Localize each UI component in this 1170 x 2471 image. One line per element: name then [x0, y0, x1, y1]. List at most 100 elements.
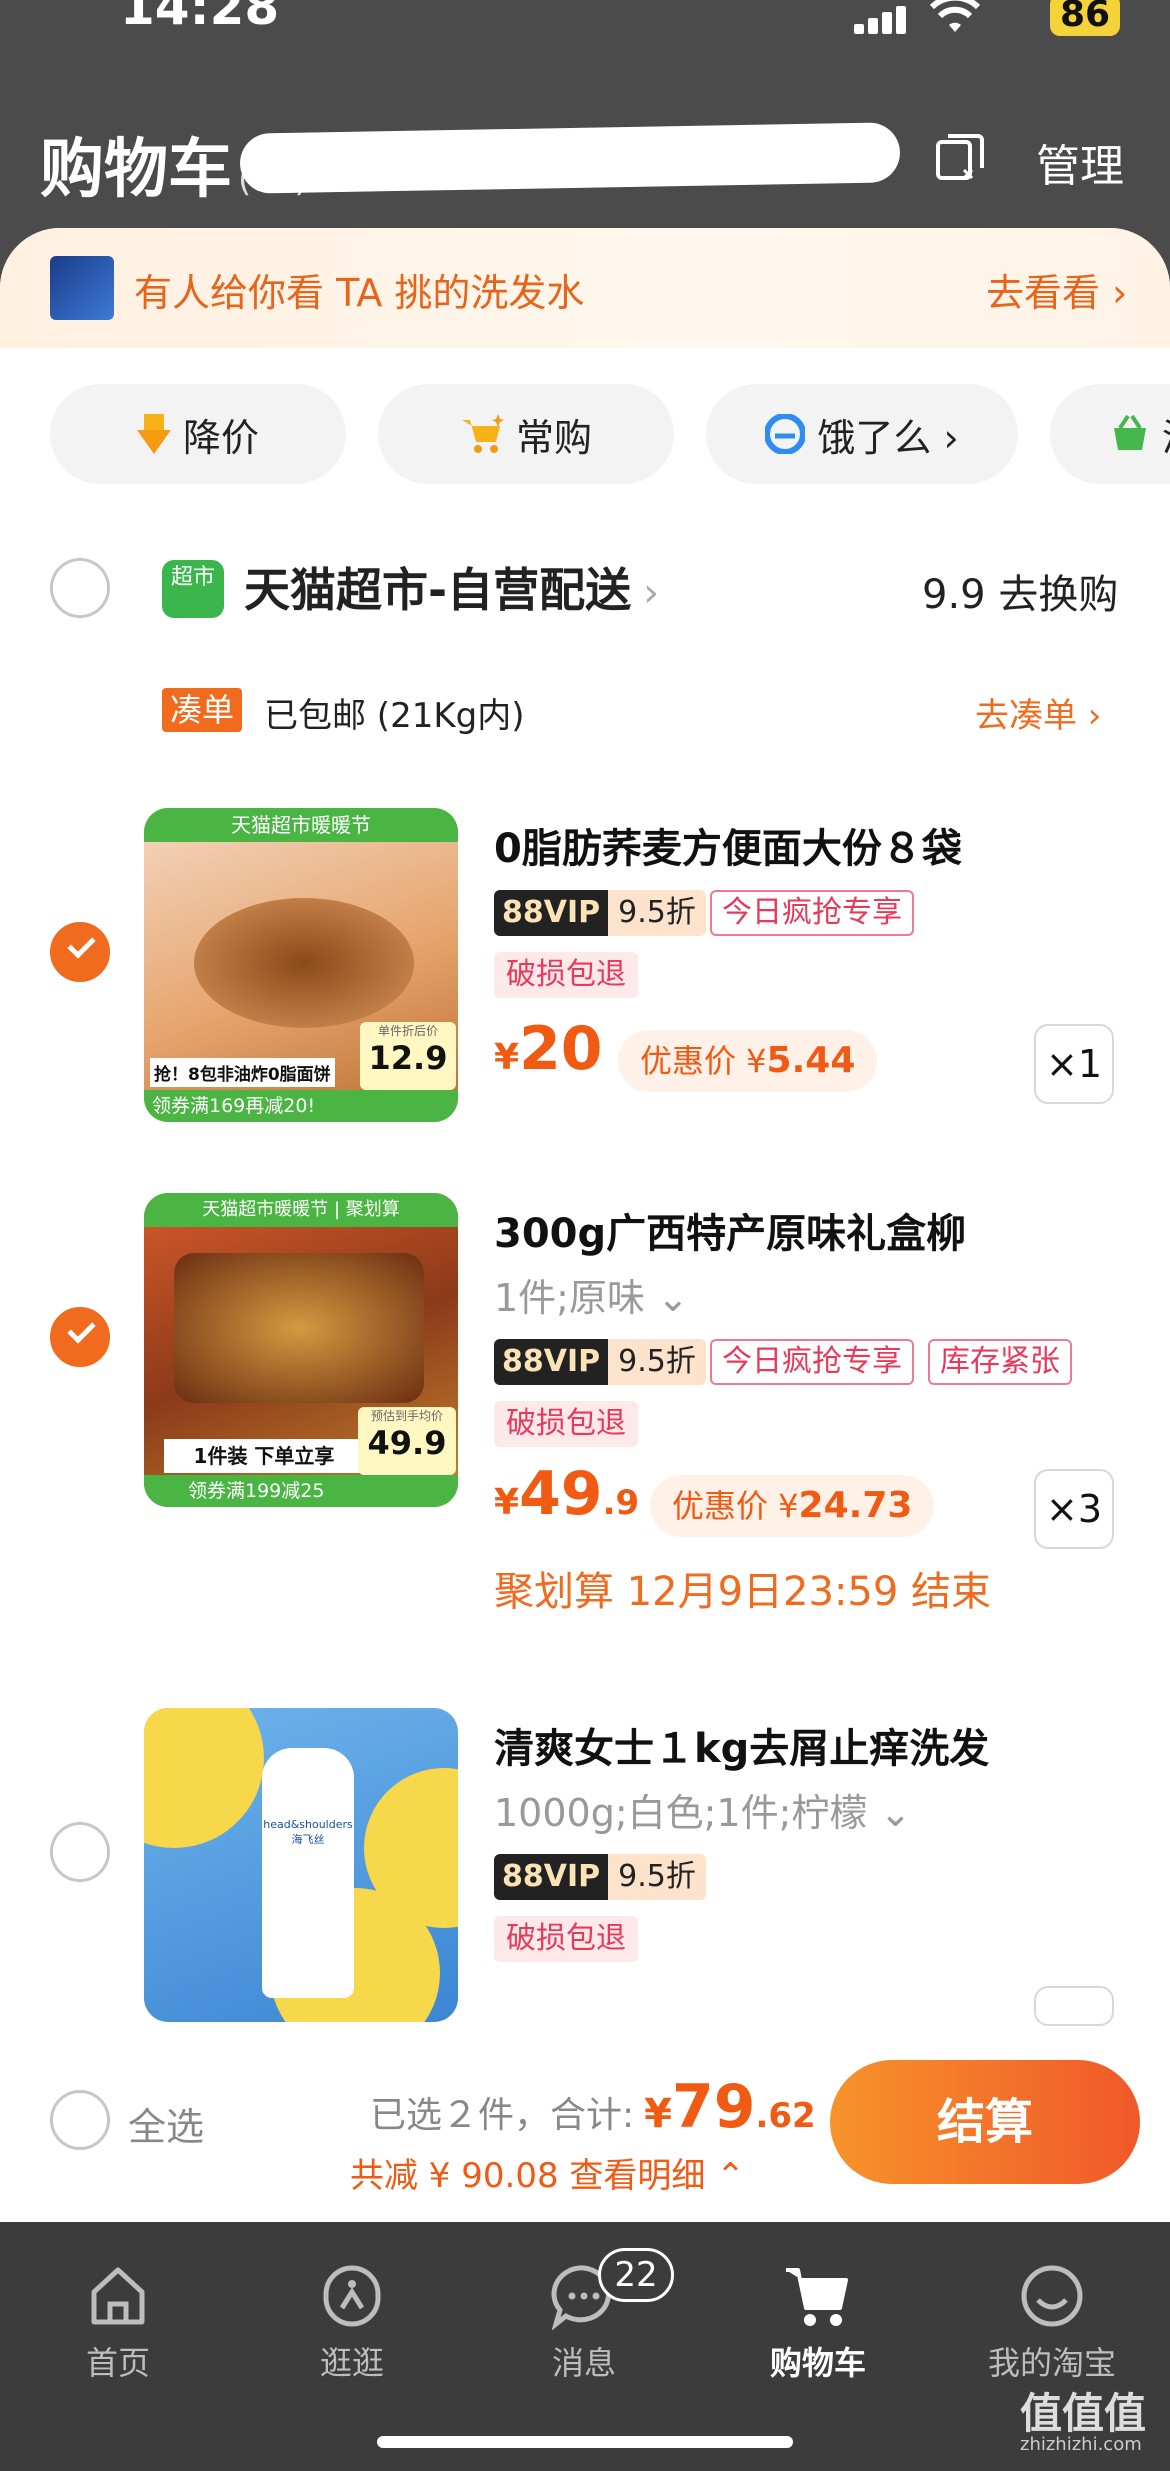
total-symbol: ¥: [644, 2091, 672, 2137]
price-decimal: .9: [602, 1483, 640, 1523]
price-symbol: ¥: [494, 1037, 520, 1078]
cart-panel: 有人给你看 TA 挑的洗发水 去看看 › 降价 常购 饿了么 › 淘 超市 天猫…: [0, 228, 1170, 2028]
product-image[interactable]: 天猫超市暖暖节 抢！8包非油炸0脂面饼 领券满169再减20! 单件折后价 12…: [144, 808, 458, 1122]
quantity-button[interactable]: ×3: [1034, 1469, 1114, 1549]
status-bar: 14:28 86: [0, 0, 1170, 70]
tab-profile[interactable]: 我的淘宝: [962, 2262, 1142, 2384]
guarantee-tag: 破损包退: [494, 1916, 638, 1962]
recommendation-banner[interactable]: 有人给你看 TA 挑的洗发水 去看看 ›: [0, 228, 1170, 348]
deal-price: 24.73: [798, 1485, 913, 1526]
tab-cart[interactable]: 购物车: [728, 2262, 908, 2384]
price-integer: 49: [519, 1459, 603, 1529]
select-all-label[interactable]: 全选: [128, 2096, 204, 2151]
manage-button[interactable]: 管理: [1036, 130, 1124, 194]
checkout-button[interactable]: 结算: [830, 2060, 1140, 2184]
cart-item: 天猫超市暖暖节 抢！8包非油炸0脂面饼 领券满169再减20! 单件折后价 12…: [0, 798, 1170, 1158]
tmall-supermarket-icon: 超市: [162, 560, 224, 618]
bundle-link[interactable]: 去凑单 ›: [975, 688, 1101, 737]
tab-label: 我的淘宝: [987, 2344, 1116, 2382]
deal-price: 5.44: [766, 1040, 856, 1081]
product-title[interactable]: 300g广西特产原味礼盒柳: [494, 1201, 966, 1259]
message-badge: 22: [598, 2248, 674, 2302]
variant-selector[interactable]: 1000g;白色;1件;柠檬 ⌄: [494, 1782, 911, 1837]
thumb-promo: 1件装 下单立享: [164, 1439, 364, 1473]
total-decimal: .62: [755, 2096, 816, 2136]
chip-eleme[interactable]: 饿了么 ›: [706, 384, 1018, 484]
variant-selector[interactable]: 1件;原味 ⌄: [494, 1267, 689, 1322]
guarantee-tag: 破损包退: [494, 952, 638, 998]
cart-star-icon: [461, 414, 504, 453]
banner-text: 有人给你看 TA 挑的洗发水: [134, 271, 585, 315]
watermark: 值值值: [1020, 2389, 1147, 2438]
item-price: ¥20: [494, 1014, 603, 1084]
quantity-button[interactable]: [1034, 1986, 1114, 2026]
signal-icon: [854, 6, 906, 34]
item-checkbox[interactable]: [50, 922, 110, 982]
store-name-text: 天猫超市-自营配送: [244, 563, 632, 617]
product-image[interactable]: 天猫超市暖暖节 | 聚划算 1件装 下单立享 领券满199减25 预估到手均价 …: [144, 1193, 458, 1507]
tab-messages[interactable]: 消息 22: [494, 2248, 674, 2384]
tab-home[interactable]: 首页: [28, 2262, 208, 2384]
eleme-icon: [765, 414, 806, 454]
tab-browse[interactable]: 逛逛: [262, 2262, 442, 2384]
thumb-price: 49.9: [367, 1424, 447, 1462]
item-checkbox[interactable]: [50, 1307, 110, 1367]
promo-tag: 今日疯抢专享: [710, 1339, 914, 1385]
thumb-coupon: 领券满199减25: [144, 1475, 458, 1507]
chip-label: 常购: [515, 415, 592, 460]
selected-count: 已选２件，合计:: [370, 2095, 635, 2136]
lemon-slice-image: [144, 1708, 264, 1848]
chevron-right-icon: ›: [643, 570, 660, 616]
deal-label: 优惠价 ¥: [640, 1042, 767, 1080]
thumb-promo: 抢！8包非油炸0脂面饼: [150, 1058, 335, 1087]
total-integer: 79: [671, 2072, 756, 2142]
banner-link[interactable]: 去看看 ›: [986, 262, 1127, 317]
status-time: 14:28: [120, 0, 280, 36]
store-checkbox[interactable]: [50, 558, 110, 618]
stock-tag: 库存紧张: [928, 1339, 1072, 1385]
noodle-bowl-image: [194, 898, 414, 1028]
product-title[interactable]: 清爽女士１kg去屑止痒洗发: [494, 1716, 989, 1774]
thumb-price-label: 预估到手均价: [370, 1409, 443, 1423]
thumb-header: 天猫超市暖暖节: [144, 808, 458, 842]
filter-chips: 降价 常购 饿了么 › 淘: [0, 378, 1170, 488]
discount-price-pill: 优惠价 ¥24.73: [650, 1475, 935, 1537]
vip-badge: 88VIP 9.5折: [494, 890, 706, 936]
product-image[interactable]: head&shoulders 海飞丝: [144, 1708, 458, 2022]
thumb-header: 天猫超市暖暖节 | 聚划算: [144, 1193, 458, 1227]
home-indicator: [377, 2436, 793, 2448]
vip-discount: 9.5折: [608, 1339, 706, 1385]
item-checkbox[interactable]: [50, 1822, 110, 1882]
shampoo-bottle-image: head&shoulders 海飞丝: [262, 1748, 354, 1998]
product-title[interactable]: 0脂肪荞麦方便面大份８袋: [494, 816, 962, 874]
checkout-bar: 全选 已选２件，合计: ¥79.62 共减 ¥ 90.08 查看明细 ⌃ 结算: [0, 2028, 1170, 2222]
tab-label: 首页: [85, 2344, 150, 2382]
tab-label: 消息: [551, 2344, 616, 2382]
snail-noodle-image: [174, 1253, 424, 1403]
store-name[interactable]: 天猫超市-自营配送 ›: [244, 554, 659, 620]
quantity-button[interactable]: ×1: [1034, 1024, 1114, 1104]
selected-summary: 已选２件，合计: ¥79.62: [370, 2072, 816, 2142]
chip-label: 降价: [182, 415, 259, 460]
exchange-link[interactable]: 9.9 去换购: [922, 562, 1118, 620]
watermark-url: zhizhizhi.com: [1020, 2434, 1142, 2455]
thumb-price: 12.9: [368, 1039, 448, 1077]
price-integer: 20: [519, 1014, 603, 1084]
guarantee-tag: 破损包退: [494, 1401, 638, 1447]
chip-frequent[interactable]: 常购: [378, 384, 674, 484]
chip-more[interactable]: 淘: [1050, 384, 1170, 484]
multi-select-icon[interactable]: [934, 132, 986, 184]
chip-label: 饿了么 ›: [817, 415, 959, 460]
select-all-checkbox[interactable]: [50, 2090, 110, 2150]
chip-price-drop[interactable]: 降价: [50, 384, 346, 484]
profile-icon: [1021, 2265, 1083, 2327]
tab-label: 购物车: [769, 2344, 866, 2382]
wifi-icon: [929, 0, 981, 47]
shipping-info: 已包邮 (21Kg内): [264, 696, 525, 736]
vip-badge: 88VIP 9.5折: [494, 1854, 706, 1900]
view-details-link[interactable]: 共减 ¥ 90.08 查看明细 ⌃: [350, 2148, 745, 2197]
bundle-tag: 凑单: [162, 688, 243, 732]
browse-icon: [323, 2265, 381, 2327]
vip-badge: 88VIP 9.5折: [494, 1339, 706, 1385]
price-drop-icon: [136, 414, 171, 454]
